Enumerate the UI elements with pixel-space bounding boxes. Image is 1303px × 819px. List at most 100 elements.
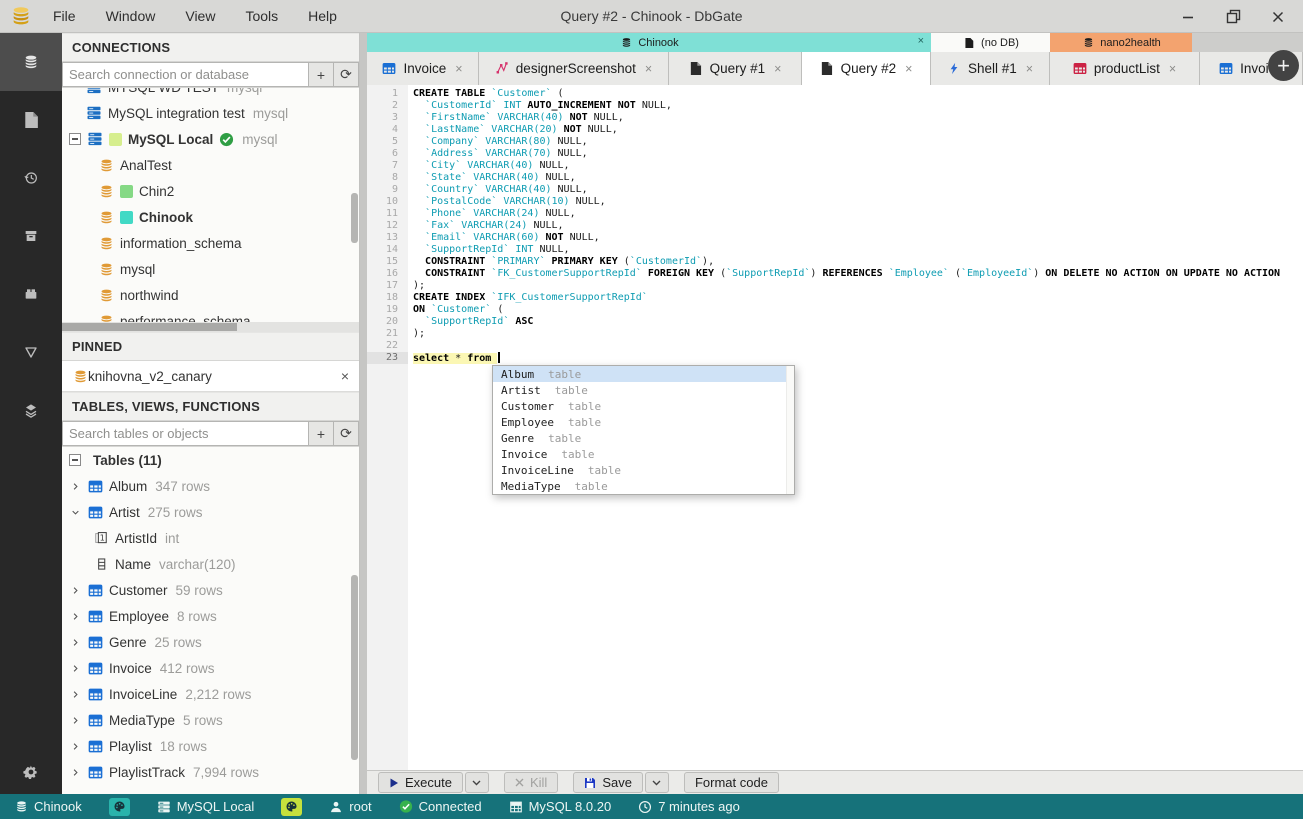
autocomplete-item[interactable]: Invoice table (493, 446, 794, 462)
restore-button[interactable] (1224, 8, 1242, 26)
code-token: VARCHAR(40) (473, 172, 540, 183)
close-tab-icon[interactable]: × (1026, 62, 1033, 76)
autocomplete-scrollbar[interactable] (786, 366, 794, 494)
table-item[interactable]: MediaType 5 rows (62, 707, 359, 733)
connections-vscrollbar[interactable] (351, 193, 358, 243)
refresh-connections-button[interactable]: ⟳ (334, 62, 359, 87)
code-line: `State` VARCHAR(40) NULL, (408, 172, 1303, 184)
table-item[interactable]: Customer 59 rows (62, 577, 359, 603)
autocomplete-popup: Album table Artist table Customer table Employ… (492, 365, 795, 495)
format-code-button[interactable]: Format code (683, 772, 779, 793)
close-tab-icon[interactable]: × (455, 62, 462, 76)
menu-view[interactable]: View (185, 8, 215, 24)
connections-search-input[interactable] (62, 62, 309, 87)
tab-shell-1[interactable]: Shell #1 × (931, 52, 1050, 85)
rail-item-history[interactable] (0, 149, 62, 207)
tab-query-2[interactable]: Query #2 × (802, 52, 931, 85)
autocomplete-item[interactable]: Customer table (493, 398, 794, 414)
table-label: InvoiceLine (109, 686, 178, 702)
add-connection-button[interactable]: + (309, 62, 334, 87)
kill-button[interactable]: Kill (503, 772, 559, 793)
autocomplete-item[interactable]: MediaType table (493, 478, 794, 494)
execute-button[interactable]: Execute (378, 772, 463, 793)
connection-item[interactable]: northwind (62, 282, 359, 308)
table-item[interactable]: Invoice 412 rows (62, 655, 359, 681)
autocomplete-item[interactable]: Album table (493, 366, 794, 382)
window-controls (1179, 0, 1287, 33)
code-token: NULL, (533, 244, 570, 255)
table-item[interactable]: Album 347 rows (62, 473, 359, 499)
hscrollbar-thumb[interactable] (62, 323, 237, 331)
table-item[interactable]: InvoiceLine 2,212 rows (62, 681, 359, 707)
menu-help[interactable]: Help (308, 8, 337, 24)
tab-group[interactable]: nano2health (1050, 33, 1192, 52)
status-user[interactable]: root (329, 799, 372, 814)
table-item[interactable]: Employee 8 rows (62, 603, 359, 629)
tab-designerscreenshot[interactable]: designerScreenshot × (479, 52, 669, 85)
database-color-chip[interactable] (108, 797, 130, 816)
close-tab-icon[interactable]: × (774, 62, 781, 76)
add-table-button[interactable]: + (309, 421, 334, 446)
close-tab-icon[interactable]: × (905, 62, 912, 76)
rail-item-files[interactable] (0, 91, 62, 149)
tab-group[interactable]: (no DB) (931, 33, 1050, 52)
close-button[interactable] (1269, 8, 1287, 26)
connection-item[interactable]: information_schema (62, 230, 359, 256)
tab-group[interactable]: Chinook × (367, 33, 931, 52)
code-token: ( (491, 304, 504, 315)
rail-item-query-designer[interactable] (0, 323, 62, 381)
close-tab-icon[interactable]: × (645, 62, 652, 76)
minimize-button[interactable] (1179, 8, 1197, 26)
code-token: NULL, (539, 208, 576, 219)
menu-window[interactable]: Window (106, 8, 156, 24)
connection-item[interactable]: MySQL Local mysql (62, 126, 359, 152)
refresh-tables-button[interactable]: ⟳ (334, 421, 359, 446)
tab-query-1[interactable]: Query #1 × (669, 52, 802, 85)
rail-item-settings[interactable] (0, 764, 62, 780)
table-label: Employee (109, 608, 170, 624)
tab-invoice[interactable]: Invoice × (367, 52, 479, 85)
column-item[interactable]: 1 ArtistId int (62, 525, 359, 551)
close-tab-icon[interactable]: × (1169, 62, 1176, 76)
editor-code[interactable]: CREATE TABLE `Customer` ( `CustomerId` I… (408, 85, 1303, 770)
table-item[interactable]: Artist 275 rows (62, 499, 359, 525)
tab-productlist[interactable]: productList × (1050, 52, 1200, 85)
connection-item[interactable]: Chin2 (62, 178, 359, 204)
close-group-icon[interactable]: × (918, 35, 924, 47)
status-database[interactable]: Chinook (14, 799, 82, 814)
save-button[interactable]: Save (573, 772, 643, 793)
table-item[interactable]: PlaylistTrack 7,994 rows (62, 759, 359, 785)
execute-dropdown-button[interactable] (464, 772, 489, 793)
server-color-chip[interactable] (281, 797, 303, 816)
connection-item[interactable]: AnalTest (62, 152, 359, 178)
new-tab-button[interactable]: + (1268, 50, 1299, 81)
menu-tools[interactable]: Tools (245, 8, 278, 24)
autocomplete-item[interactable]: Employee table (493, 414, 794, 430)
table-item[interactable]: Genre 25 rows (62, 629, 359, 655)
unpin-close-icon[interactable]: × (341, 368, 349, 384)
tables-vscrollbar[interactable] (351, 575, 358, 760)
connection-item[interactable]: MYSQL WD TEST mysql (62, 88, 359, 100)
pinned-item[interactable]: knihovna_v2_canary × (62, 361, 359, 392)
save-dropdown-button[interactable] (644, 772, 669, 793)
tables-search-input[interactable] (62, 421, 309, 446)
column-item[interactable]: Name varchar(120) (62, 551, 359, 577)
connection-item[interactable]: Chinook (62, 204, 359, 230)
connection-item[interactable]: mysql (62, 256, 359, 282)
table-item[interactable]: Playlist 18 rows (62, 733, 359, 759)
rail-item-plugins[interactable] (0, 265, 62, 323)
autocomplete-item[interactable]: InvoiceLine table (493, 462, 794, 478)
rail-item-archive[interactable] (0, 207, 62, 265)
tables-root[interactable]: Tables (11) (62, 447, 359, 473)
collapse-expander[interactable] (69, 454, 81, 466)
autocomplete-item[interactable]: Artist table (493, 382, 794, 398)
autocomplete-item[interactable]: Genre table (493, 430, 794, 446)
connections-hscrollbar[interactable] (62, 322, 359, 332)
menu-file[interactable]: File (53, 8, 76, 24)
connection-item[interactable]: MySQL integration test mysql (62, 100, 359, 126)
rail-item-connections[interactable] (0, 33, 62, 91)
status-server[interactable]: MySQL Local (157, 799, 254, 814)
collapse-expander[interactable] (69, 133, 81, 145)
rail-item-cells[interactable] (0, 381, 62, 439)
